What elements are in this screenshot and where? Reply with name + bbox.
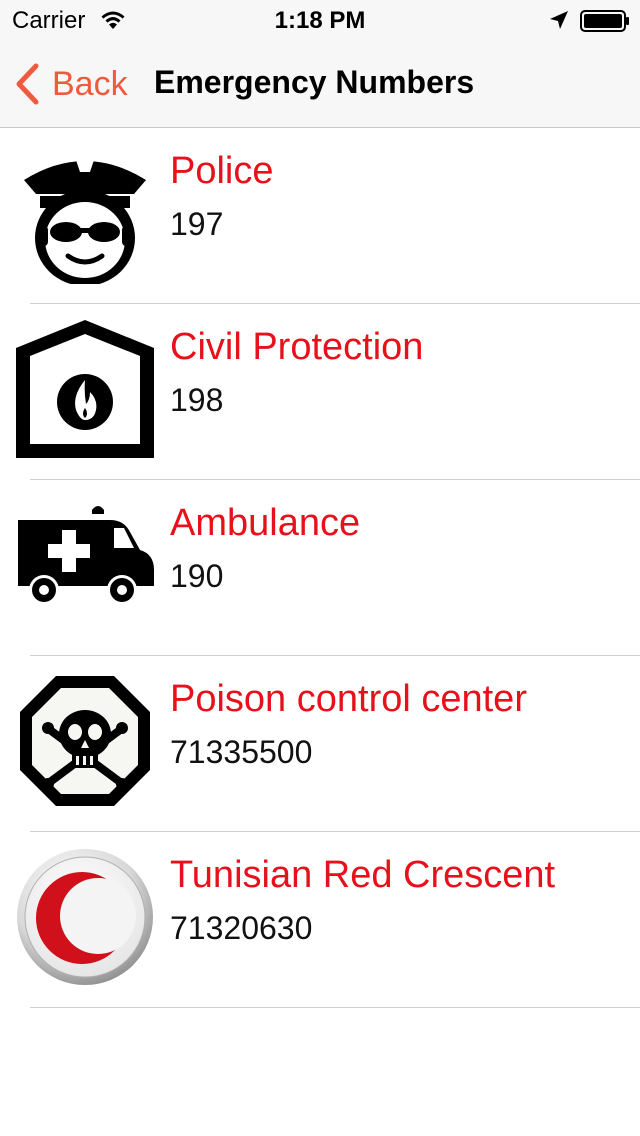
navigation-bar: Back Emergency Numbers [0, 40, 640, 128]
contact-name: Ambulance [170, 502, 361, 544]
contact-number: 71335500 [170, 734, 313, 770]
contact-number: 71320630 [170, 910, 313, 946]
contact-number: 197 [170, 206, 224, 242]
contact-name: Civil Protection [170, 326, 424, 368]
fire-house-icon [14, 318, 156, 460]
poison-skull-icon [14, 670, 156, 812]
status-time: 1:18 PM [274, 7, 366, 34]
police-officer-icon [14, 142, 156, 284]
contact-name: Police [170, 150, 274, 192]
chevron-left-icon [16, 63, 39, 105]
back-button[interactable]: Back [14, 62, 128, 106]
status-bar: Carrier 1:18 PM [0, 0, 640, 40]
page-title: Emergency Numbers [154, 64, 475, 100]
contact-number: 190 [170, 558, 224, 594]
contact-name: Tunisian Red Crescent [170, 854, 556, 896]
list-item-civil-protection[interactable]: Civil Protection 198 [0, 304, 640, 480]
list-item-poison-control[interactable]: Poison control center 71335500 [0, 656, 640, 832]
list-item-ambulance[interactable]: Ambulance 190 [0, 480, 640, 656]
contact-name: Poison control center [170, 678, 527, 720]
back-label: Back [52, 64, 128, 103]
ambulance-icon [14, 494, 156, 636]
top-bar: Carrier 1:18 PM Back Emergency Numbers [0, 0, 640, 128]
list-item-red-crescent[interactable]: Tunisian Red Crescent 71320630 [0, 832, 640, 1008]
emergency-list: Police 197 Civil Protection 198 Ambulanc… [0, 128, 640, 1008]
row-separator [30, 1007, 640, 1008]
battery-icon [580, 10, 630, 32]
location-arrow-icon [548, 9, 570, 38]
list-item-police[interactable]: Police 197 [0, 128, 640, 304]
red-crescent-icon [14, 846, 156, 988]
contact-number: 198 [170, 382, 224, 418]
